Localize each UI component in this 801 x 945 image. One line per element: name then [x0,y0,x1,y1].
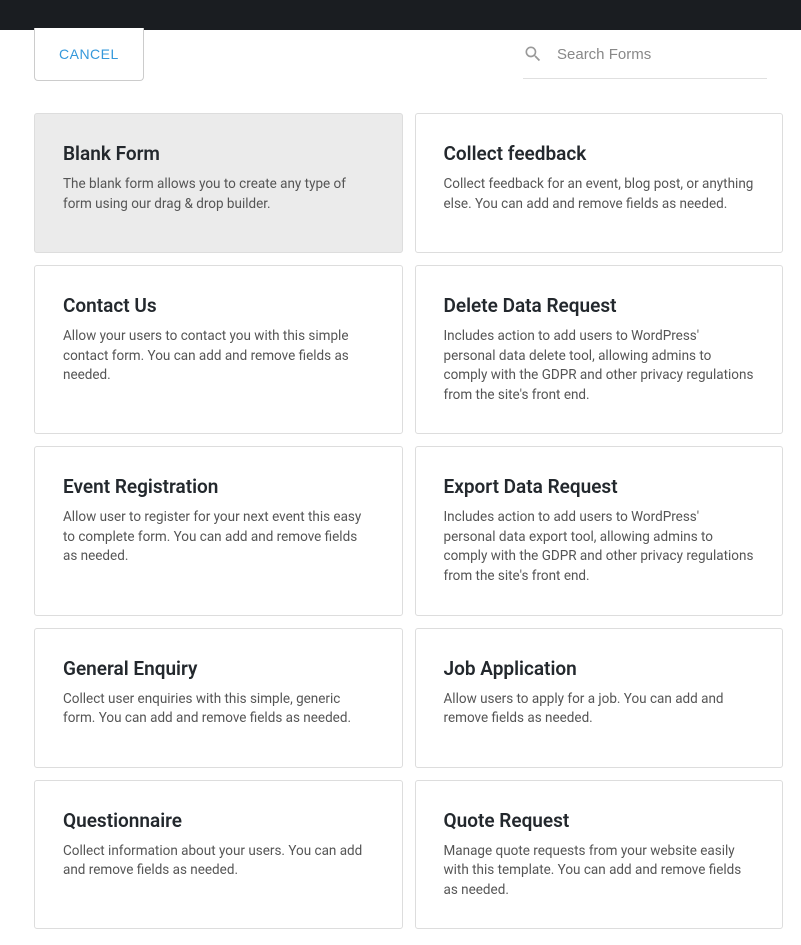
template-card-title: Blank Form [63,142,374,165]
template-card-title: Event Registration [63,475,374,498]
search-wrap [523,34,767,79]
template-card[interactable]: Collect feedback Collect feedback for an … [415,113,784,253]
template-card[interactable]: Delete Data Request Includes action to ad… [415,265,784,434]
template-card[interactable]: Job Application Allow users to apply for … [415,628,784,768]
header-row: CANCEL [0,28,801,81]
template-card-description: The blank form allows you to create any … [63,175,374,214]
template-card-title: Delete Data Request [444,294,755,317]
template-card[interactable]: Export Data Request Includes action to ad… [415,446,784,615]
template-card[interactable]: General Enquiry Collect user enquiries wi… [34,628,403,768]
search-icon [523,44,543,64]
template-card-title: Export Data Request [444,475,755,498]
template-card[interactable]: Event Registration Allow user to register… [34,446,403,615]
template-card-title: General Enquiry [63,657,374,680]
template-card[interactable]: Quote Request Manage quote requests from … [415,780,784,930]
template-card-description: Collect feedback for an event, blog post… [444,175,755,214]
template-card[interactable]: Blank Form The blank form allows you to c… [34,113,403,253]
template-card-title: Questionnaire [63,809,374,832]
template-card-description: Allow user to register for your next eve… [63,508,374,567]
search-input[interactable] [557,46,767,63]
template-card-description: Collect user enquiries with this simple,… [63,690,374,729]
template-cards-grid: Blank Form The blank form allows you to c… [0,81,801,945]
top-bar [0,0,801,30]
cancel-button[interactable]: CANCEL [34,28,144,81]
template-card-description: Collect information about your users. Yo… [63,842,374,881]
template-card-title: Collect feedback [444,142,755,165]
template-card-description: Allow your users to contact you with thi… [63,327,374,386]
template-card-title: Quote Request [444,809,755,832]
template-card-description: Includes action to add users to WordPres… [444,508,755,586]
template-card[interactable]: Contact Us Allow your users to contact yo… [34,265,403,434]
template-card[interactable]: Questionnaire Collect information about y… [34,780,403,930]
template-card-description: Manage quote requests from your website … [444,842,755,901]
template-card-description: Allow users to apply for a job. You can … [444,690,755,729]
template-card-title: Contact Us [63,294,374,317]
template-card-description: Includes action to add users to WordPres… [444,327,755,405]
template-card-title: Job Application [444,657,755,680]
